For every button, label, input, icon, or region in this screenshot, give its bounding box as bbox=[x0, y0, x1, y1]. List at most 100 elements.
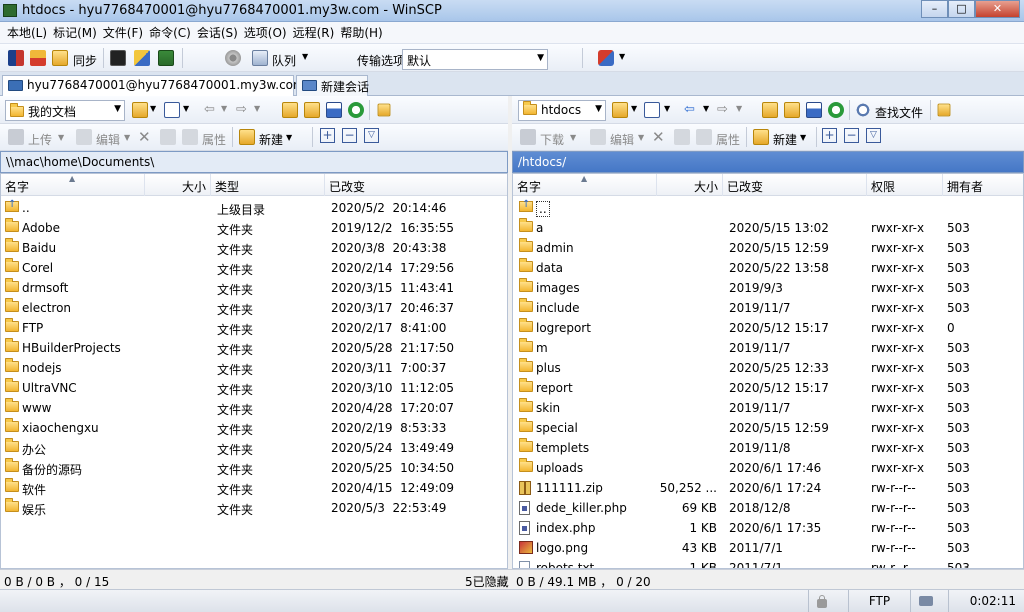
find-files-label[interactable]: 查找文件 bbox=[875, 104, 923, 121]
local-tree-button[interactable] bbox=[374, 100, 394, 120]
table-row[interactable]: UltraVNC 文件夹 2020/3/10 11:12:05 bbox=[1, 378, 507, 398]
queue-button[interactable] bbox=[250, 48, 270, 68]
upload-button[interactable] bbox=[6, 127, 26, 147]
menu-remote[interactable]: 远程(R) bbox=[290, 24, 338, 41]
remote-filter-button[interactable] bbox=[642, 100, 662, 120]
chevron-down-icon[interactable]: ▼ bbox=[703, 104, 709, 113]
filter-select-icon[interactable]: ▽ bbox=[364, 128, 379, 143]
chevron-down-icon[interactable]: ▼ bbox=[736, 104, 742, 113]
chevron-down-icon[interactable]: ▼ bbox=[286, 133, 292, 142]
table-row[interactable]: electron 文件夹 2020/3/17 20:46:37 bbox=[1, 298, 507, 318]
select-all-icon[interactable]: + bbox=[822, 128, 837, 143]
chevron-down-icon[interactable]: ▼ bbox=[124, 133, 130, 142]
download-button[interactable] bbox=[518, 127, 538, 147]
table-row[interactable]: dede_killer.php 69 KB 2018/12/8 rw-r--r-- 50… bbox=[513, 498, 1023, 518]
chevron-down-icon[interactable]: ▼ bbox=[183, 104, 189, 113]
table-row[interactable]: skin 2019/11/7 rwxr-xr-x 503 bbox=[513, 398, 1023, 418]
table-row[interactable]: index.php 1 KB 2020/6/1 17:35 rw-r--r-- 503 bbox=[513, 518, 1023, 538]
deselect-icon[interactable]: − bbox=[342, 128, 357, 143]
local-new-button[interactable] bbox=[237, 127, 257, 147]
remote-tree-button[interactable] bbox=[934, 100, 954, 120]
remote-home-button[interactable] bbox=[804, 100, 824, 120]
chevron-down-icon[interactable]: ▼ bbox=[254, 104, 260, 113]
table-row[interactable]: include 2019/11/7 rwxr-xr-x 503 bbox=[513, 298, 1023, 318]
col-owner[interactable]: 拥有者 bbox=[943, 174, 1023, 196]
remote-parent-dir-button[interactable] bbox=[760, 100, 780, 120]
remote-root-dir-button[interactable] bbox=[782, 100, 802, 120]
delete-icon[interactable]: ✕ bbox=[652, 128, 665, 146]
table-row[interactable]: data 2020/5/22 13:58 rwxr-xr-x 503 bbox=[513, 258, 1023, 278]
table-row[interactable]: FTP 文件夹 2020/2/17 8:41:00 bbox=[1, 318, 507, 338]
menu-file[interactable]: 文件(F) bbox=[100, 24, 146, 41]
menu-commands[interactable]: 命令(C) bbox=[146, 24, 194, 41]
local-properties-label[interactable]: 属性 bbox=[202, 131, 226, 148]
transfer-settings-select[interactable]: 默认 ▼ bbox=[402, 49, 548, 70]
find-files-button[interactable] bbox=[853, 100, 873, 120]
col-type[interactable]: 类型 bbox=[211, 174, 325, 196]
select-all-icon[interactable]: + bbox=[320, 128, 335, 143]
table-row[interactable]: report 2020/5/12 15:17 rwxr-xr-x 503 bbox=[513, 378, 1023, 398]
menu-local[interactable]: 本地(L) bbox=[4, 24, 50, 41]
preferences-button[interactable] bbox=[223, 48, 243, 68]
tab-new-session[interactable]: 新建会话 bbox=[296, 75, 369, 96]
table-row[interactable]: logo.png 43 KB 2011/7/1 rw-r--r-- 503 bbox=[513, 538, 1023, 558]
menu-options[interactable]: 选项(O) bbox=[241, 24, 290, 41]
chevron-down-icon[interactable]: ▼ bbox=[638, 133, 644, 142]
menu-session[interactable]: 会话(S) bbox=[194, 24, 241, 41]
local-properties-button[interactable] bbox=[180, 127, 200, 147]
local-file-panel[interactable]: 名字 ▲ 大小 类型 已改变 .. 上级目录 2020/5/2 20:14:46 Ad… bbox=[0, 173, 508, 569]
synchronize-browsing-button[interactable] bbox=[28, 48, 48, 68]
table-row[interactable]: Corel 文件夹 2020/2/14 17:29:56 bbox=[1, 258, 507, 278]
local-new-label[interactable]: 新建 bbox=[259, 131, 283, 148]
table-row[interactable]: 软件 文件夹 2020/4/15 12:49:09 bbox=[1, 478, 507, 498]
table-row[interactable]: logreport 2020/5/12 15:17 rwxr-xr-x 0 bbox=[513, 318, 1023, 338]
remote-properties-button[interactable] bbox=[694, 127, 714, 147]
synchronize-button[interactable] bbox=[50, 48, 70, 68]
preferences-shortcut-button[interactable] bbox=[156, 48, 176, 68]
remote-refresh-button[interactable] bbox=[826, 100, 846, 120]
local-edit-label[interactable]: 编辑 bbox=[96, 131, 120, 148]
download-label[interactable]: 下载 bbox=[540, 131, 564, 148]
local-path-bar[interactable]: \\mac\home\Documents\ bbox=[0, 151, 508, 173]
menu-mark[interactable]: 标记(M) bbox=[50, 24, 100, 41]
table-row[interactable]: templets 2019/11/8 rwxr-xr-x 503 bbox=[513, 438, 1023, 458]
deselect-icon[interactable]: − bbox=[844, 128, 859, 143]
local-rename-button[interactable] bbox=[158, 127, 178, 147]
col-changed[interactable]: 已改变 bbox=[723, 174, 867, 196]
table-row[interactable]: admin 2020/5/15 12:59 rwxr-xr-x 503 bbox=[513, 238, 1023, 258]
remote-rename-button[interactable] bbox=[672, 127, 692, 147]
table-row[interactable]: .. bbox=[513, 198, 1023, 218]
chevron-down-icon[interactable]: ▼ bbox=[800, 133, 806, 142]
remote-edit-button[interactable] bbox=[588, 127, 608, 147]
table-row[interactable]: drmsoft 文件夹 2020/3/15 11:43:41 bbox=[1, 278, 507, 298]
remote-properties-label[interactable]: 属性 bbox=[716, 131, 740, 148]
local-hidden-status[interactable]: 5已隐藏 bbox=[465, 573, 509, 590]
back-icon[interactable]: ⇦ bbox=[684, 102, 695, 117]
chevron-down-icon[interactable]: ▼ bbox=[570, 133, 576, 142]
remote-location-select[interactable]: htdocs ▼ bbox=[518, 100, 606, 121]
delete-icon[interactable]: ✕ bbox=[138, 128, 151, 146]
local-edit-button[interactable] bbox=[74, 127, 94, 147]
local-location-select[interactable]: 我的文档 ▼ bbox=[5, 100, 125, 121]
local-refresh-button[interactable] bbox=[346, 100, 366, 120]
forward-icon[interactable]: ⇨ bbox=[236, 102, 247, 117]
table-row[interactable]: m 2019/11/7 rwxr-xr-x 503 bbox=[513, 338, 1023, 358]
remote-open-folder-button[interactable] bbox=[610, 100, 630, 120]
table-row[interactable]: 备份的源码 文件夹 2020/5/25 10:34:50 bbox=[1, 458, 507, 478]
table-row[interactable]: Baidu 文件夹 2020/3/8 20:43:38 bbox=[1, 238, 507, 258]
table-row[interactable]: 娱乐 文件夹 2020/5/3 22:53:49 bbox=[1, 498, 507, 518]
col-size[interactable]: 大小 bbox=[145, 174, 211, 196]
synchronize-label[interactable]: 同步 bbox=[73, 52, 97, 69]
table-row[interactable]: 111111.zip 50,252 ... 2020/6/1 17:24 rw-r--… bbox=[513, 478, 1023, 498]
chevron-down-icon[interactable]: ▼ bbox=[150, 104, 156, 113]
chevron-down-icon[interactable]: ▼ bbox=[58, 133, 64, 142]
table-row[interactable]: nodejs 文件夹 2020/3/11 7:00:37 bbox=[1, 358, 507, 378]
remote-edit-label[interactable]: 编辑 bbox=[610, 131, 634, 148]
remote-new-button[interactable] bbox=[751, 127, 771, 147]
local-open-folder-button[interactable] bbox=[130, 100, 150, 120]
table-row[interactable]: HBuilderProjects 文件夹 2020/5/28 21:17:50 bbox=[1, 338, 507, 358]
close-window-button[interactable]: ✕ bbox=[975, 0, 1020, 18]
local-filter-button[interactable] bbox=[162, 100, 182, 120]
chevron-down-icon[interactable]: ▼ bbox=[302, 52, 308, 61]
col-rights[interactable]: 权限 bbox=[867, 174, 943, 196]
